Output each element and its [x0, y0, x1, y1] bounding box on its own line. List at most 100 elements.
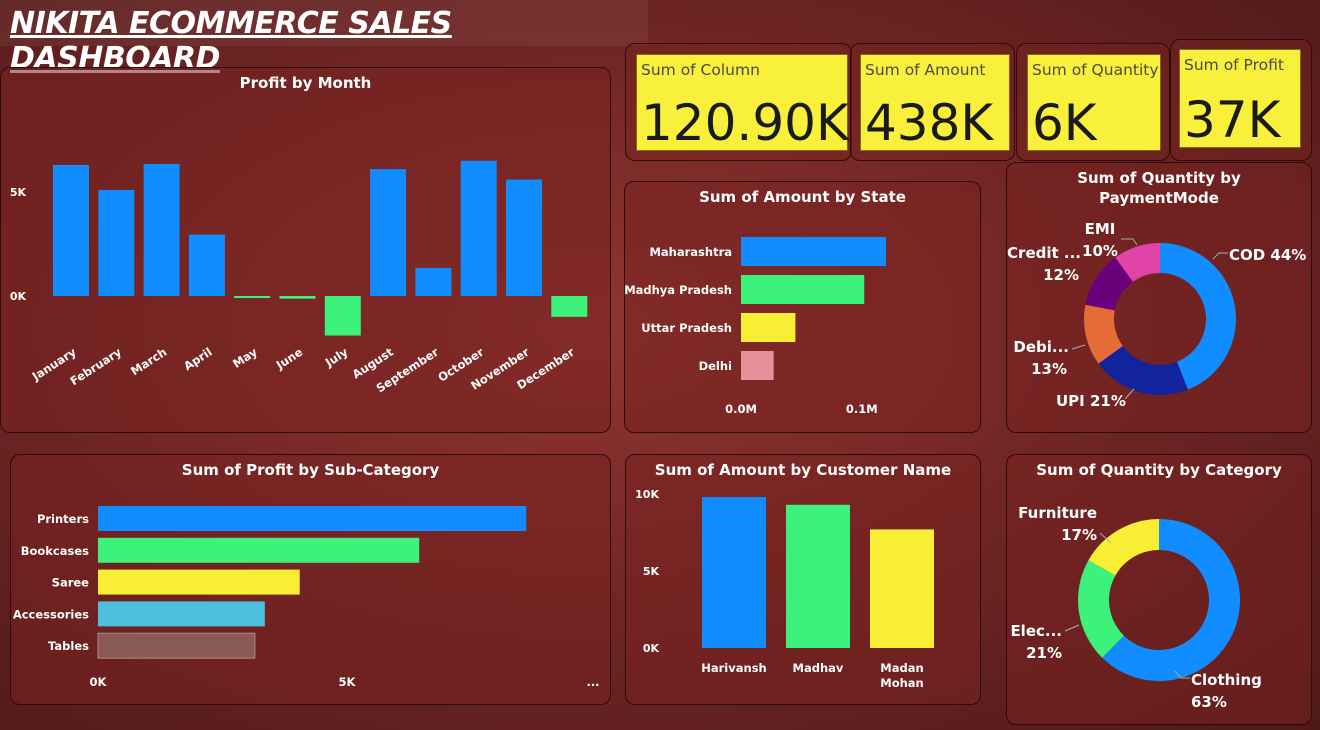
- y-tick-label: 5K: [10, 186, 27, 199]
- month-tick-label: July: [322, 345, 351, 371]
- subcategory-bar: [98, 506, 527, 531]
- kpi-value: 438K: [865, 94, 994, 152]
- kpi-box-quantity: Sum of Quantity 6K: [1027, 54, 1161, 151]
- x-tick-label: ...: [586, 675, 599, 689]
- bar-june: [279, 296, 316, 299]
- customer-label: Mohan: [880, 676, 923, 690]
- state-label: Maharashtra: [649, 245, 732, 259]
- subcategory-bar: [97, 632, 256, 659]
- bar-december: [551, 296, 588, 317]
- bar-october: [460, 160, 497, 296]
- bar-july: [324, 296, 361, 336]
- bar-august: [370, 169, 407, 296]
- bar-november: [506, 179, 542, 296]
- kpi-label: Sum of Quantity: [1032, 61, 1159, 79]
- subcategory-label: Tables: [48, 639, 89, 653]
- x-tick-label: 5K: [339, 675, 357, 689]
- subcategory-bar: [98, 601, 265, 627]
- subcategory-label: Bookcases: [21, 544, 89, 558]
- kpi-card-quantity[interactable]: Sum of Quantity 6K: [1016, 43, 1170, 161]
- state-bar: [741, 237, 886, 266]
- subcategory-bar: [98, 569, 300, 595]
- leader-line: [1071, 344, 1086, 350]
- state-label: Madhya Pradesh: [625, 283, 732, 297]
- amount-by-customer-chart: Harivansh Madhav MadanMohan 10K 5K 0K: [635, 488, 934, 690]
- quantity-by-paymentmode-chart: COD 44% UPI 21% Debi... 13% Credit ... 12% EMI…: [1007, 220, 1306, 410]
- kpi-value: 6K: [1032, 94, 1097, 152]
- profit-by-subcategory-chart: Printers Bookcases Saree Accessories Tables 0…: [13, 506, 600, 689]
- month-tick-label: April: [181, 345, 214, 373]
- quantity-by-category-panel[interactable]: Sum of Quantity by Category Clothing 63% E…: [1006, 454, 1312, 725]
- state-label: Uttar Pradesh: [641, 321, 732, 335]
- category-data-label: 63%: [1191, 693, 1227, 711]
- x-tick-label: 0.1M: [846, 402, 878, 416]
- profit-by-month-panel[interactable]: Profit by Month January February March Apri…: [0, 67, 611, 433]
- kpi-value: 120.90K: [641, 94, 849, 152]
- payment-data-label: 12%: [1043, 266, 1079, 284]
- payment-data-label: Credit ...: [1007, 244, 1081, 262]
- payment-data-label: 10%: [1082, 242, 1118, 260]
- amount-by-state-chart: Maharashtra Madhya Pradesh Uttar Pradesh De…: [625, 237, 886, 416]
- customer-label: Harivansh: [701, 661, 766, 675]
- amount-by-customer-panel[interactable]: Sum of Amount by Customer Name Harivansh…: [625, 454, 981, 705]
- month-tick-label: June: [273, 345, 305, 373]
- bar-april: [188, 234, 225, 296]
- payment-data-label: 13%: [1031, 360, 1067, 378]
- kpi-label: Sum of Column: [641, 61, 760, 79]
- kpi-card-profit[interactable]: Sum of Profit 37K: [1170, 39, 1312, 161]
- subcategory-label: Saree: [52, 576, 90, 590]
- bar-may: [234, 296, 271, 298]
- kpi-card-amount[interactable]: Sum of Amount 438K: [850, 43, 1015, 161]
- state-bar: [741, 351, 774, 380]
- customer-bar: [870, 529, 934, 648]
- y-tick-label: 0K: [10, 290, 27, 303]
- kpi-label: Sum of Amount: [865, 61, 986, 79]
- bar-september: [415, 267, 452, 296]
- kpi-label: Sum of Profit: [1184, 56, 1284, 74]
- leader-line: [1124, 388, 1135, 400]
- month-tick-label: February: [67, 345, 124, 389]
- y-tick-label: 10K: [635, 488, 659, 501]
- y-tick-label: 0K: [643, 642, 660, 655]
- leader-line: [1212, 252, 1228, 260]
- quantity-by-category-chart: Clothing 63% Elec... 21% Furniture 17%: [1010, 504, 1262, 711]
- x-tick-label: 0.0M: [725, 402, 757, 416]
- bar-march: [143, 163, 180, 296]
- payment-data-label: EMI: [1085, 220, 1116, 238]
- customer-label: Madhav: [793, 661, 844, 675]
- state-label: Delhi: [699, 359, 732, 373]
- kpi-box-amount: Sum of Amount 438K: [860, 54, 1010, 151]
- profit-by-month-chart: JanuaryFebruary March April May June July Augu…: [10, 160, 588, 395]
- customer-bar: [786, 504, 850, 648]
- leader-line: [1064, 624, 1080, 632]
- amount-by-state-panel[interactable]: Sum of Amount by State Maharashtra Madhya…: [624, 181, 981, 433]
- category-data-label: Elec...: [1010, 622, 1062, 640]
- x-tick-label: 0K: [90, 675, 108, 689]
- quantity-by-paymentmode-panel[interactable]: Sum of Quantity by PaymentMode COD 44% UP…: [1006, 162, 1312, 433]
- state-bar: [741, 313, 796, 342]
- dashboard-title: NIKITA ECOMMERCE SALES DASHBOARD: [10, 6, 452, 76]
- category-data-label: 21%: [1026, 644, 1062, 662]
- kpi-box-profit: Sum of Profit 37K: [1179, 49, 1301, 148]
- kpi-value: 37K: [1184, 91, 1281, 149]
- state-bar: [741, 275, 865, 304]
- subcategory-label: Accessories: [13, 607, 89, 621]
- kpi-box-column: Sum of Column 120.90K: [636, 54, 849, 152]
- kpi-card-column[interactable]: Sum of Column 120.90K: [625, 43, 852, 161]
- month-tick-label: May: [230, 345, 260, 371]
- dashboard-title-bar: NIKITA ECOMMERCE SALES DASHBOARD: [0, 0, 648, 76]
- profit-by-subcategory-panel[interactable]: Sum of Profit by Sub-Category Printers Bo…: [10, 454, 611, 705]
- payment-data-label: COD 44%: [1229, 246, 1306, 264]
- leader-line: [1121, 238, 1138, 246]
- y-tick-label: 5K: [643, 565, 660, 578]
- customer-label: Madan: [880, 661, 923, 675]
- subcategory-bar: [98, 537, 420, 563]
- payment-data-label: UPI 21%: [1056, 392, 1126, 410]
- category-data-label: 17%: [1061, 526, 1097, 544]
- month-tick-label: March: [128, 345, 169, 378]
- customer-bar: [702, 497, 766, 648]
- bar-february: [98, 189, 135, 296]
- category-data-label: Furniture: [1018, 504, 1097, 522]
- payment-data-label: Debi...: [1013, 338, 1069, 356]
- category-data-label: Clothing: [1191, 671, 1262, 689]
